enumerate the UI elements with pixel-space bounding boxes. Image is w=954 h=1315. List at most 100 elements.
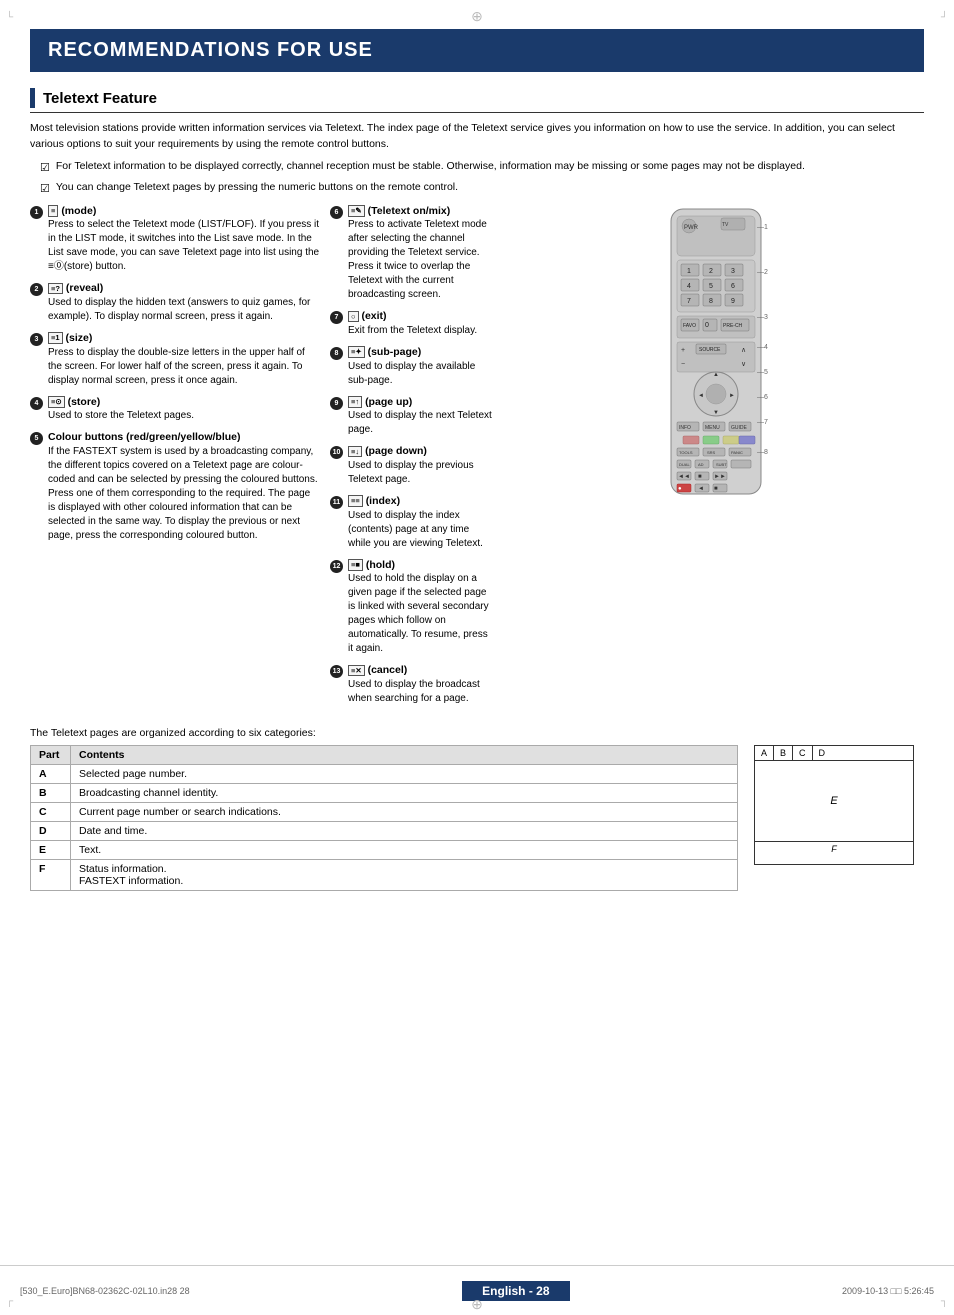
seg-c: C (793, 746, 813, 760)
feature-13: 13 ≡✕ (cancel) Used to display the broad… (330, 663, 492, 706)
footer-right: 2009-10-13 □□ 5:26:45 (842, 1286, 934, 1296)
bottom-crosshair: ⊕ (471, 1296, 483, 1313)
feat-body-5: If the FASTEXT system is used by a broad… (48, 445, 320, 543)
feat-title-2: ≡? (reveal) (48, 281, 320, 296)
feature-4: 4 ≡⊙ (store) Used to store the Teletext … (30, 395, 320, 424)
section-title: Teletext Feature (43, 90, 157, 107)
feature-6: 6 ≡✎ (Teletext on/mix) Press to activate… (330, 204, 492, 303)
svg-text:◄: ◄ (698, 393, 704, 399)
section-bar (30, 88, 35, 108)
svg-text:SUBT: SUBT (716, 462, 727, 467)
feat-num-7: 7 (330, 310, 345, 324)
part-c: C (31, 803, 71, 822)
screen-bottom: F (755, 841, 913, 856)
feat-content-1: ≡ (mode) Press to select the Teletext mo… (48, 204, 320, 275)
note-1: ☑ For Teletext information to be display… (40, 159, 924, 177)
feat-title-1: ≡ (mode) (48, 204, 320, 219)
table-row: E Text. (31, 841, 738, 860)
feat-icon-2: ≡? (48, 283, 63, 295)
note-icon-2: ☑ (40, 181, 50, 198)
svg-text:●: ● (678, 486, 682, 492)
svg-text:PANIC: PANIC (731, 450, 743, 455)
svg-text:FAVO: FAVO (683, 323, 696, 329)
feat-content-6: ≡✎ (Teletext on/mix) Press to activate T… (348, 204, 492, 303)
contents-f: Status information.FASTEXT information. (71, 860, 738, 891)
note-text-2: You can change Teletext pages by pressin… (56, 180, 458, 196)
seg-d: D (813, 746, 913, 760)
feat-body-9: Used to display the next Teletext page. (348, 409, 492, 437)
features-section: 1 ≡ (mode) Press to select the Teletext … (30, 204, 924, 714)
feature-2: 2 ≡? (reveal) Used to display the hidden… (30, 281, 320, 324)
feature-1: 1 ≡ (mode) Press to select the Teletext … (30, 204, 320, 275)
svg-text:►: ► (729, 393, 735, 399)
svg-text:MENU: MENU (705, 425, 720, 431)
svg-text:—1: —1 (757, 224, 768, 231)
screen-top-bar: A B C D (755, 746, 913, 761)
svg-text:DUAL: DUAL (679, 462, 690, 467)
feat-title-10: ≡↓ (page down) (348, 444, 492, 459)
page-content: Teletext Feature Most television station… (0, 72, 954, 951)
feat-content-9: ≡↑ (page up) Used to display the next Te… (348, 395, 492, 438)
svg-text:1: 1 (687, 268, 691, 275)
features-columns: 1 ≡ (mode) Press to select the Teletext … (30, 204, 492, 714)
part-b: B (31, 784, 71, 803)
svg-text:AD: AD (698, 462, 704, 467)
svg-text:∧: ∧ (741, 347, 746, 354)
feat-body-10: Used to display the previous Teletext pa… (348, 459, 492, 487)
corner-mark-tr: ┘ (941, 12, 948, 23)
corner-mark-br: ┐ (941, 1296, 948, 1313)
svg-text:—3: —3 (757, 314, 768, 321)
svg-text:■: ■ (698, 474, 702, 480)
part-f: F (31, 860, 71, 891)
note-icon-1: ☑ (40, 160, 50, 177)
feat-title-6: ≡✎ (Teletext on/mix) (348, 204, 492, 219)
table-left: Part Contents A Selected page number. B (30, 745, 738, 891)
feat-title-7: ○ (exit) (348, 309, 492, 324)
contents-c: Current page number or search indication… (71, 803, 738, 822)
screen-diagram-area: A B C D E F (754, 745, 924, 865)
svg-text:—2: —2 (757, 269, 768, 276)
svg-text:8: 8 (709, 298, 713, 305)
feat-content-13: ≡✕ (cancel) Used to display the broadcas… (348, 663, 492, 706)
page-wrapper: ⊕ └ ┘ RECOMMENDATIONS FOR USE Teletext F… (0, 0, 954, 1315)
svg-text:0: 0 (705, 322, 709, 329)
feat-content-7: ○ (exit) Exit from the Teletext display. (348, 309, 492, 338)
contents-d: Date and time. (71, 822, 738, 841)
feature-12: 12 ≡■ (hold) Used to hold the display on… (330, 558, 492, 657)
feat-icon-3: ≡1 (48, 332, 63, 344)
feat-icon-7: ○ (348, 311, 359, 323)
feature-10: 10 ≡↓ (page down) Used to display the pr… (330, 444, 492, 487)
screen-middle-label: E (830, 795, 837, 807)
feat-num-6: 6 (330, 205, 345, 219)
svg-text:7: 7 (687, 298, 691, 305)
feat-num-2: 2 (30, 282, 45, 296)
feat-icon-12: ≡■ (348, 559, 363, 571)
table-row: D Date and time. (31, 822, 738, 841)
feat-body-12: Used to hold the display on a given page… (348, 572, 492, 656)
svg-text:9: 9 (731, 298, 735, 305)
contents-b: Broadcasting channel identity. (71, 784, 738, 803)
screen-diagram: A B C D E F (754, 745, 914, 865)
table-row: A Selected page number. (31, 765, 738, 784)
feat-title-8: ≡✦ (sub-page) (348, 345, 492, 360)
part-d: D (31, 822, 71, 841)
svg-text:►►: ►► (714, 474, 726, 480)
intro-paragraph: Most television stations provide written… (30, 121, 924, 153)
feat-icon-6: ≡✎ (348, 205, 365, 217)
table-row: B Broadcasting channel identity. (31, 784, 738, 803)
feature-3: 3 ≡1 (size) Press to display the double-… (30, 331, 320, 388)
table-header-row: Part Contents (31, 746, 738, 765)
corner-mark-bl: ┌ (6, 1296, 13, 1313)
feat-title-12: ≡■ (hold) (348, 558, 492, 573)
feat-icon-13: ≡✕ (348, 665, 365, 677)
svg-text:+: + (681, 347, 685, 354)
svg-text:6: 6 (731, 283, 735, 290)
feat-content-11: ≡≡ (index) Used to display the index (co… (348, 494, 492, 551)
note-text-1: For Teletext information to be displayed… (56, 159, 805, 175)
svg-text:—5: —5 (757, 369, 768, 376)
feat-content-12: ≡■ (hold) Used to hold the display on a … (348, 558, 492, 657)
feat-body-7: Exit from the Teletext display. (348, 324, 492, 338)
feature-5: 5 Colour buttons (red/green/yellow/blue)… (30, 430, 320, 543)
col-part: Part (31, 746, 71, 765)
svg-text:▼: ▼ (713, 410, 719, 416)
